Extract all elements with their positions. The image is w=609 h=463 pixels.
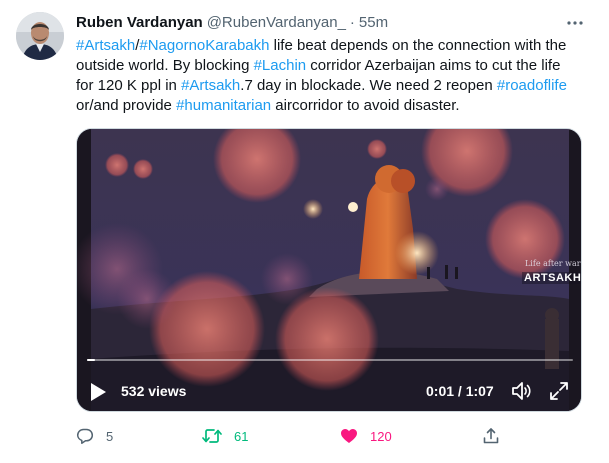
hashtag-link[interactable]: #Lachin [254, 57, 307, 74]
tweet[interactable]: Ruben Vardanyan @RubenVardanyan_ · 55m #… [0, 0, 609, 463]
tweet-text-line: or/and provide #humanitarian aircorridor… [76, 96, 592, 116]
like-button[interactable]: 120 [340, 425, 392, 447]
tweet-text-segment: aircorridor to avoid disaster. [271, 97, 460, 114]
retweet-count: 61 [234, 428, 249, 444]
share-button[interactable] [482, 425, 500, 447]
watermark-subtitle: Life after war: [524, 259, 582, 268]
tweet-text-segment: .7 day in blockade. We need 2 reopen [240, 77, 497, 94]
tweet-text-line: #Artsakh/#NagornoKarabakh life beat depe… [76, 36, 592, 56]
tweet-actions: 5 61 120 [76, 425, 516, 447]
video-progress-fill [87, 359, 95, 361]
hashtag-link[interactable]: #roadoflife [497, 77, 567, 94]
hashtag-link[interactable]: #Artsakh [181, 77, 240, 94]
share-icon [483, 428, 499, 444]
reply-count: 5 [106, 428, 114, 444]
retweet-icon [202, 429, 222, 443]
timestamp[interactable]: 55m [359, 14, 388, 31]
tweet-text: #Artsakh/#NagornoKarabakh life beat depe… [76, 36, 592, 116]
author-name[interactable]: Ruben Vardanyan [76, 14, 203, 31]
author-handle[interactable]: @RubenVardanyan_ [207, 14, 346, 31]
volume-button[interactable] [511, 381, 533, 401]
volume-icon [512, 382, 531, 400]
separator: · [349, 13, 355, 31]
view-count: 532 views [121, 383, 187, 399]
video-frame [77, 129, 581, 411]
video-progress-bar[interactable] [87, 359, 573, 361]
reply-icon [76, 428, 94, 444]
hashtag-link[interactable]: #Artsakh [76, 37, 135, 54]
retweet-button[interactable]: 61 [202, 425, 248, 447]
more-button[interactable] [562, 10, 588, 36]
tweet-text-segment: outside world. By blocking [76, 57, 254, 74]
fullscreen-icon [550, 382, 568, 400]
watermark-title: ARTSAKH [522, 272, 582, 284]
like-count: 120 [370, 428, 392, 444]
video-timecode: 0:01 / 1:07 [426, 383, 494, 399]
tweet-header: Ruben Vardanyan @RubenVardanyan_ · 55m [76, 12, 388, 32]
hashtag-link[interactable]: #humanitarian [176, 97, 271, 114]
tweet-text-segment: for 120 K ppl in [76, 77, 182, 94]
like-icon [341, 429, 357, 443]
tweet-text-segment: or/and provide [76, 97, 177, 114]
video-watermark: Life after war: ARTSAKH [522, 259, 582, 286]
play-button[interactable] [89, 382, 107, 402]
tweet-text-segment: corridor Azerbaijan aims to cut the life [306, 57, 561, 74]
reply-button[interactable]: 5 [76, 425, 113, 447]
video-player[interactable]: Life after war: ARTSAKH 532 views 0:01 /… [76, 128, 582, 412]
fullscreen-button[interactable] [549, 381, 569, 401]
tweet-text-line: for 120 K ppl in #Artsakh.7 day in block… [76, 76, 592, 96]
tweet-text-line: outside world. By blocking #Lachin corri… [76, 56, 592, 76]
avatar[interactable] [16, 12, 64, 60]
tweet-text-segment: life beat depends on the connection with… [269, 37, 567, 54]
more-icon [567, 21, 583, 25]
play-icon [91, 383, 106, 401]
hashtag-link[interactable]: #NagornoKarabakh [139, 37, 269, 54]
